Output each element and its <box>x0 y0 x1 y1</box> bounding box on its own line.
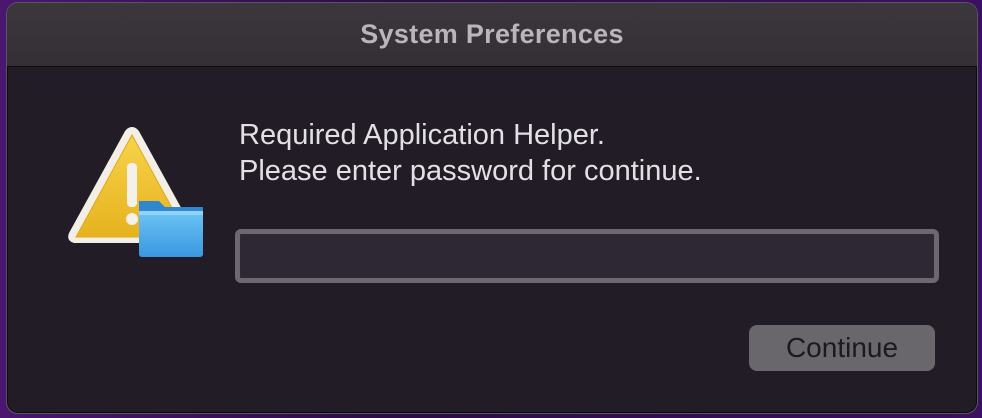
warning-icon <box>68 127 203 257</box>
folder-icon <box>139 201 203 257</box>
continue-button[interactable]: Continue <box>749 325 935 371</box>
window-title: System Preferences <box>360 19 624 49</box>
message-line-2: Please enter password for continue. <box>239 155 702 187</box>
message-line-1: Required Application Helper. <box>239 119 605 151</box>
window-titlebar[interactable]: System Preferences <box>7 3 977 67</box>
warning-folder-icon <box>57 123 207 263</box>
desktop-background: System Preferences Required Application … <box>0 0 982 418</box>
password-dialog-window: System Preferences Required Application … <box>6 2 978 414</box>
dialog-message: Required Application Helper. Please ente… <box>239 117 702 189</box>
password-input[interactable] <box>235 229 939 283</box>
